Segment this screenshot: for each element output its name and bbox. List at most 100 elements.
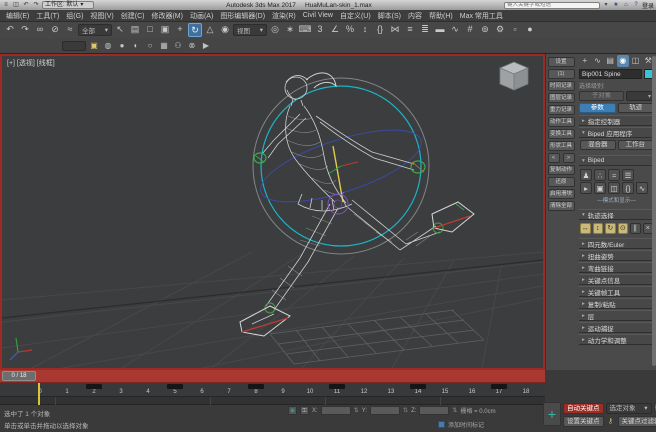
menu-item-1[interactable]: 工具(T) [36,11,59,21]
select-manipulate-icon[interactable]: ∗ [283,23,297,37]
strip-button-10[interactable]: 复制动作 [548,165,575,175]
select-link-icon[interactable]: ∞ [33,23,47,37]
gizmo-x-axis[interactable] [341,162,358,166]
command-panel-scrollbar[interactable] [652,56,656,366]
search-input[interactable] [504,2,600,9]
keyframe-marker-2[interactable] [86,384,102,389]
strip-button-11[interactable]: 还原 [548,177,575,187]
trajectories-button[interactable]: 轨迹 [618,103,655,113]
z-coordinate-field[interactable] [419,406,449,415]
display-tab-icon[interactable]: ◫ [630,55,642,67]
x-coordinate-field[interactable] [321,406,351,415]
ribbon-toggle-icon[interactable]: ▬ [433,23,447,37]
simulate-icon[interactable]: ▶ [200,40,212,52]
set-key-button[interactable]: 设置关键点 [563,416,604,427]
select-by-name-icon[interactable]: ▤ [128,23,142,37]
modify-tab-icon[interactable]: ∿ [592,55,604,67]
strip-button-6[interactable]: 变换工具 [548,129,575,139]
rollout-collapsed-0[interactable]: ▸四元数/Euler [579,238,654,249]
menu-item-13[interactable]: 帮助(H) [429,11,453,21]
rollout-assign-controller[interactable]: ▸ 指定控制器 [579,115,654,126]
perspective-viewport[interactable]: [+] [透视] [线框] [0,54,545,370]
unlink-icon[interactable]: ⊘ [48,23,62,37]
sub-object-button[interactable]: 子对象 [579,91,624,101]
keyframe-marker-17[interactable] [491,384,507,389]
select-rotate-icon[interactable]: ↻ [188,23,202,37]
keyframe-marker-5[interactable] [167,384,183,389]
body-horizontal-icon[interactable]: ↔ [580,223,591,234]
isolate-selection-icon[interactable]: ⊕ [288,406,297,415]
rollout-collapsed-7[interactable]: ▸运动捕捉 [579,322,654,333]
sign-in-button[interactable]: 登录 [642,1,654,10]
align-icon[interactable]: ≡ [403,23,417,37]
z-spinner[interactable]: ⇅ [452,407,457,414]
schematic-view-icon[interactable]: # [463,23,477,37]
home-icon[interactable]: ⌂ [622,1,630,9]
strip-button-1[interactable]: (1) [548,69,575,79]
menu-item-8[interactable]: 渲染(R) [272,11,296,21]
constraint-icon[interactable]: ⊗ [186,40,198,52]
menu-item-2[interactable]: 组(G) [66,11,83,21]
rigidbody-kinematic-icon[interactable]: ◐ [130,40,142,52]
viewport-canvas[interactable] [2,56,543,368]
keyframe-marker-14[interactable] [410,384,426,389]
rollout-collapsed-3[interactable]: ▸关键点信息 [579,274,654,285]
rotate-gizmo[interactable] [253,78,429,254]
selection-filter-dropdown[interactable]: 全部▾ [78,24,112,36]
named-sets-icon[interactable]: {} [373,23,387,37]
hierarchy-tab-icon[interactable]: ▤ [604,55,616,67]
rollout-collapsed-4[interactable]: ▸关键帧工具 [579,286,654,297]
menu-item-10[interactable]: 自定义(U) [340,11,371,21]
material-editor-icon[interactable]: ⊚ [478,23,492,37]
time-slider[interactable]: 0 / 18 [0,370,545,383]
select-scale-icon[interactable]: △ [203,23,217,37]
parameters-button[interactable]: 参数 [579,103,616,113]
container-yellow-icon[interactable]: ▣ [88,40,100,52]
rollout-collapsed-2[interactable]: ▸弯曲链接 [579,262,654,273]
symmetrical-icon[interactable]: ∥ [630,223,641,234]
add-time-tag[interactable]: 添加时间标记 [438,420,484,429]
menu-item-5[interactable]: 修改器(M) [151,11,183,21]
strip-button-3[interactable]: 图层记录 [548,93,575,103]
selection-lock-icon[interactable]: ⚿ [300,406,309,415]
window-crossing-icon[interactable]: ▣ [158,23,172,37]
current-frame-indicator[interactable] [38,383,40,405]
percent-snap-icon[interactable]: % [343,23,357,37]
lock-com-keying-icon[interactable]: ⊙ [618,223,629,234]
motion-flow-mode-icon[interactable]: ≈ [608,169,620,181]
help-icon[interactable]: ? [632,1,640,9]
selected-objects-dropdown[interactable]: 选定对象 ▾ [606,403,652,414]
menu-item-0[interactable]: 编辑(E) [6,11,29,21]
mirror-icon[interactable]: ⋈ [388,23,402,37]
render-icon[interactable]: ● [523,23,537,37]
strip-button-4[interactable]: 重力记录 [548,105,575,115]
paste-posture-icon[interactable]: ∿ [636,182,648,194]
menu-item-11[interactable]: 脚本(S) [378,11,401,21]
select-move-icon[interactable]: + [173,23,187,37]
move-all-mode-icon[interactable]: ▸ [580,182,592,194]
menu-item-9[interactable]: Civil View [303,12,333,19]
open-file-icon[interactable]: ▣ [594,182,606,194]
curve-editor-icon[interactable]: ∿ [448,23,462,37]
y-spinner[interactable]: ⇅ [403,407,408,414]
rollout-collapsed-6[interactable]: ▸层 [579,310,654,321]
strip-button-0[interactable]: 设置 [548,57,575,67]
select-object-icon[interactable]: ↖ [113,23,127,37]
body-rotation-icon[interactable]: ↻ [605,223,616,234]
auto-key-button[interactable]: 自动关键点 [563,403,604,414]
strip-button-2[interactable]: 时间记录 [548,81,575,91]
frame-window-icon[interactable]: ▫ [508,23,522,37]
rigidbody-static-icon[interactable]: ○ [144,40,156,52]
strip-button-5[interactable]: 动作工具 [548,117,575,127]
rollout-collapsed-1[interactable]: ▸扭曲姿势 [579,250,654,261]
rect-region-icon[interactable]: □ [143,23,157,37]
menu-item-3[interactable]: 视图(V) [90,11,113,21]
ragdoll-icon[interactable]: ⚇ [172,40,184,52]
undo-icon[interactable]: ↶ [3,23,17,37]
star-icon[interactable]: ★ [612,1,620,9]
mcloth-icon[interactable]: ▦ [158,40,170,52]
character-head[interactable] [285,77,307,99]
spinner-snap-icon[interactable]: ↕ [358,23,372,37]
redo-icon[interactable]: ↷ [18,23,32,37]
save-file-icon[interactable]: ◫ [12,1,20,9]
